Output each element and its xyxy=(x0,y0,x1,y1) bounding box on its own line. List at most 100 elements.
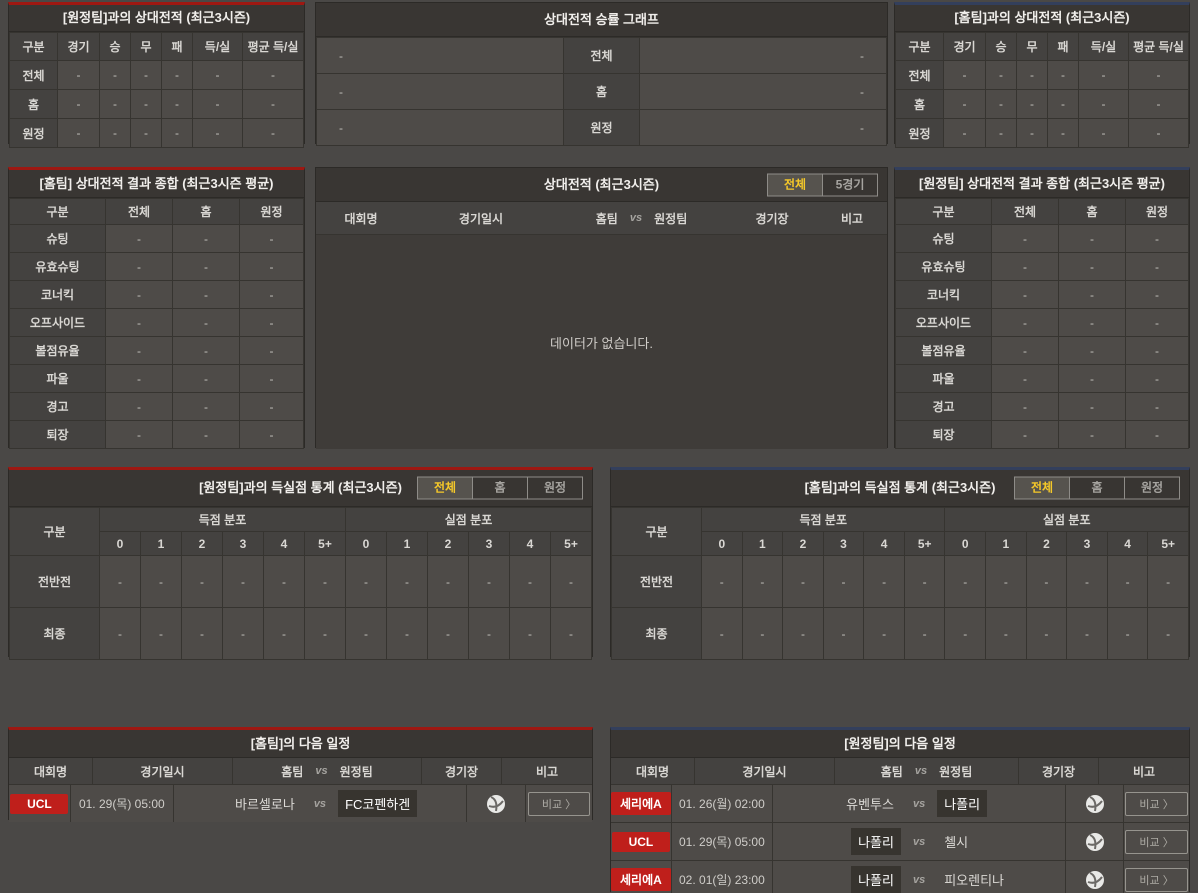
group-header-conceded: 실점 분포 xyxy=(944,507,1189,532)
compare-button[interactable]: 비교 〉 xyxy=(527,791,591,816)
panel-title: 상대전적 (최근3시즌) 전체 5경기 xyxy=(316,168,887,202)
table-row: 원정 - - - - - - xyxy=(895,118,1189,148)
tab-all[interactable]: 전체 xyxy=(1015,477,1069,499)
table-row: 전반전 ------------ xyxy=(9,555,592,608)
bin-header: 2 xyxy=(427,531,469,556)
panel-schedule-home: [홈팀]의 다음 일정 대회명 경기일시 홈팀 vs 원정팀 경기장 비고 UC… xyxy=(8,727,593,822)
home-team: 나폴리 xyxy=(773,828,901,855)
tab-5games[interactable]: 5경기 xyxy=(822,174,877,195)
panel-summary-away: [원정팀] 상대전적 결과 종합 (최근3시즌 평균) 구분 전체 홈 원정 슈… xyxy=(894,167,1190,449)
stat-cell: - xyxy=(1016,60,1048,90)
stat-cell: - xyxy=(161,89,193,119)
stat-cell: - xyxy=(985,118,1017,148)
stat-cell: - xyxy=(1058,308,1126,337)
stat-cell: - xyxy=(991,336,1059,365)
stat-cell: - xyxy=(161,118,193,148)
stat-cell: - xyxy=(550,555,592,608)
stat-cell: - xyxy=(140,607,182,660)
row-label: 오프사이드 xyxy=(9,308,106,337)
goal-stats-away-tab-group: 전체 홈 원정 xyxy=(417,476,583,500)
stat-cell: - xyxy=(1025,555,1068,608)
table-row: 최종 ------------ xyxy=(611,607,1189,660)
home-team: 유벤투스 xyxy=(846,797,894,812)
tab-home[interactable]: 홈 xyxy=(472,477,527,499)
match-teams: 나폴리 vs 첼시 xyxy=(773,823,1067,860)
bin-header: 4 xyxy=(863,531,905,556)
vs-label: vs xyxy=(912,797,926,810)
stat-cell: - xyxy=(99,607,141,660)
stat-cell: - xyxy=(239,420,304,449)
tab-away[interactable]: 원정 xyxy=(527,477,582,499)
row-label: 파울 xyxy=(9,364,106,393)
row-label: 유효슈팅 xyxy=(9,252,106,281)
stat-cell: - xyxy=(105,392,173,421)
stat-cell: - xyxy=(944,555,987,608)
stat-cell: - xyxy=(1128,118,1189,148)
compare-button[interactable]: 비교 〉 xyxy=(1125,791,1188,816)
stat-cell: - xyxy=(741,607,784,660)
stat-cell: - xyxy=(172,420,240,449)
stat-cell: - xyxy=(1025,607,1068,660)
soccer-ball-icon xyxy=(1085,794,1105,814)
compare-button[interactable]: 비교 〉 xyxy=(1125,829,1188,854)
bin-header: 5+ xyxy=(550,531,592,556)
stat-cell: - xyxy=(181,607,223,660)
vs-label: vs xyxy=(912,873,926,886)
away-team: 피오렌티나 xyxy=(944,873,1005,888)
panel-goal-stats-vs-home: [홈팀]과의 득실점 통계 (최근3시즌) 전체 홈 원정 구분 득점 분포 실… xyxy=(610,467,1190,660)
row-label: 퇴장 xyxy=(895,420,992,449)
schedule-row: UCL 01. 29(목) 05:00 나폴리 vs 첼시 비교 〉 xyxy=(611,823,1189,861)
table-row: 오프사이드 - - - xyxy=(9,308,304,337)
tab-home[interactable]: 홈 xyxy=(1069,477,1124,499)
row-label: 유효슈팅 xyxy=(895,252,992,281)
stat-cell: - xyxy=(468,555,510,608)
vs-label: vs xyxy=(629,212,643,224)
stat-cell: - xyxy=(863,607,905,660)
panel-title-text: 상대전적 (최근3시즌) xyxy=(543,177,660,192)
stat-cell: - xyxy=(943,60,986,90)
table-row: 코너킥 - - - xyxy=(9,280,304,309)
winrate-left-value: - xyxy=(316,73,564,110)
col-header-match: 홈팀 vs 원정팀 xyxy=(233,758,422,784)
stat-cell: - xyxy=(192,89,243,119)
stat-cell: - xyxy=(991,392,1059,421)
tab-away[interactable]: 원정 xyxy=(1124,477,1179,499)
bin-header: 4 xyxy=(509,531,551,556)
col-header-datetime: 경기일시 xyxy=(458,211,504,226)
winrate-right-value: - xyxy=(639,73,887,110)
row-label: 홈 xyxy=(9,89,58,119)
stat-cell: - xyxy=(1016,118,1048,148)
col-header-home: 홈팀 xyxy=(880,764,903,779)
tab-all[interactable]: 전체 xyxy=(418,477,472,499)
stat-cell: - xyxy=(1106,607,1149,660)
stat-cell: - xyxy=(1125,392,1189,421)
table-row: 경고 - - - xyxy=(9,392,304,421)
col-header-league: 대회명 xyxy=(9,758,93,784)
stat-cell: - xyxy=(1058,336,1126,365)
row-label: 볼점유율 xyxy=(9,336,106,365)
stat-cell: - xyxy=(105,280,173,309)
compare-button[interactable]: 비교 〉 xyxy=(1125,867,1188,892)
col-header: 패 xyxy=(161,32,193,61)
table-row: 경고 - - - xyxy=(895,392,1189,421)
panel-title-text: [원정팀]과의 득실점 통계 (최근3시즌) xyxy=(199,480,402,495)
league-badge: UCL xyxy=(10,793,69,814)
stat-cell: - xyxy=(991,280,1059,309)
stat-cell: - xyxy=(985,89,1017,119)
row-label: 홈 xyxy=(563,73,640,110)
stat-cell: - xyxy=(345,607,387,660)
stat-cell: - xyxy=(1058,392,1126,421)
stat-cell: - xyxy=(1047,60,1079,90)
panel-title: [홈팀]과의 득실점 통계 (최근3시즌) 전체 홈 원정 xyxy=(611,470,1189,507)
tab-all[interactable]: 전체 xyxy=(768,174,822,195)
group-header-conceded: 실점 분포 xyxy=(345,507,592,532)
winrate-table: - 전체 - - 홈 - - 원정 - xyxy=(316,37,887,146)
table-row: 최종 ------------ xyxy=(9,607,592,660)
col-header-stadium: 경기장 xyxy=(422,758,502,784)
vs-label: vs xyxy=(315,765,328,777)
stat-cell: - xyxy=(140,555,182,608)
row-label: 전반전 xyxy=(611,555,702,608)
col-header-remark: 비고 xyxy=(840,211,864,226)
stat-cell: - xyxy=(1125,224,1189,253)
bin-header: 3 xyxy=(822,531,865,556)
